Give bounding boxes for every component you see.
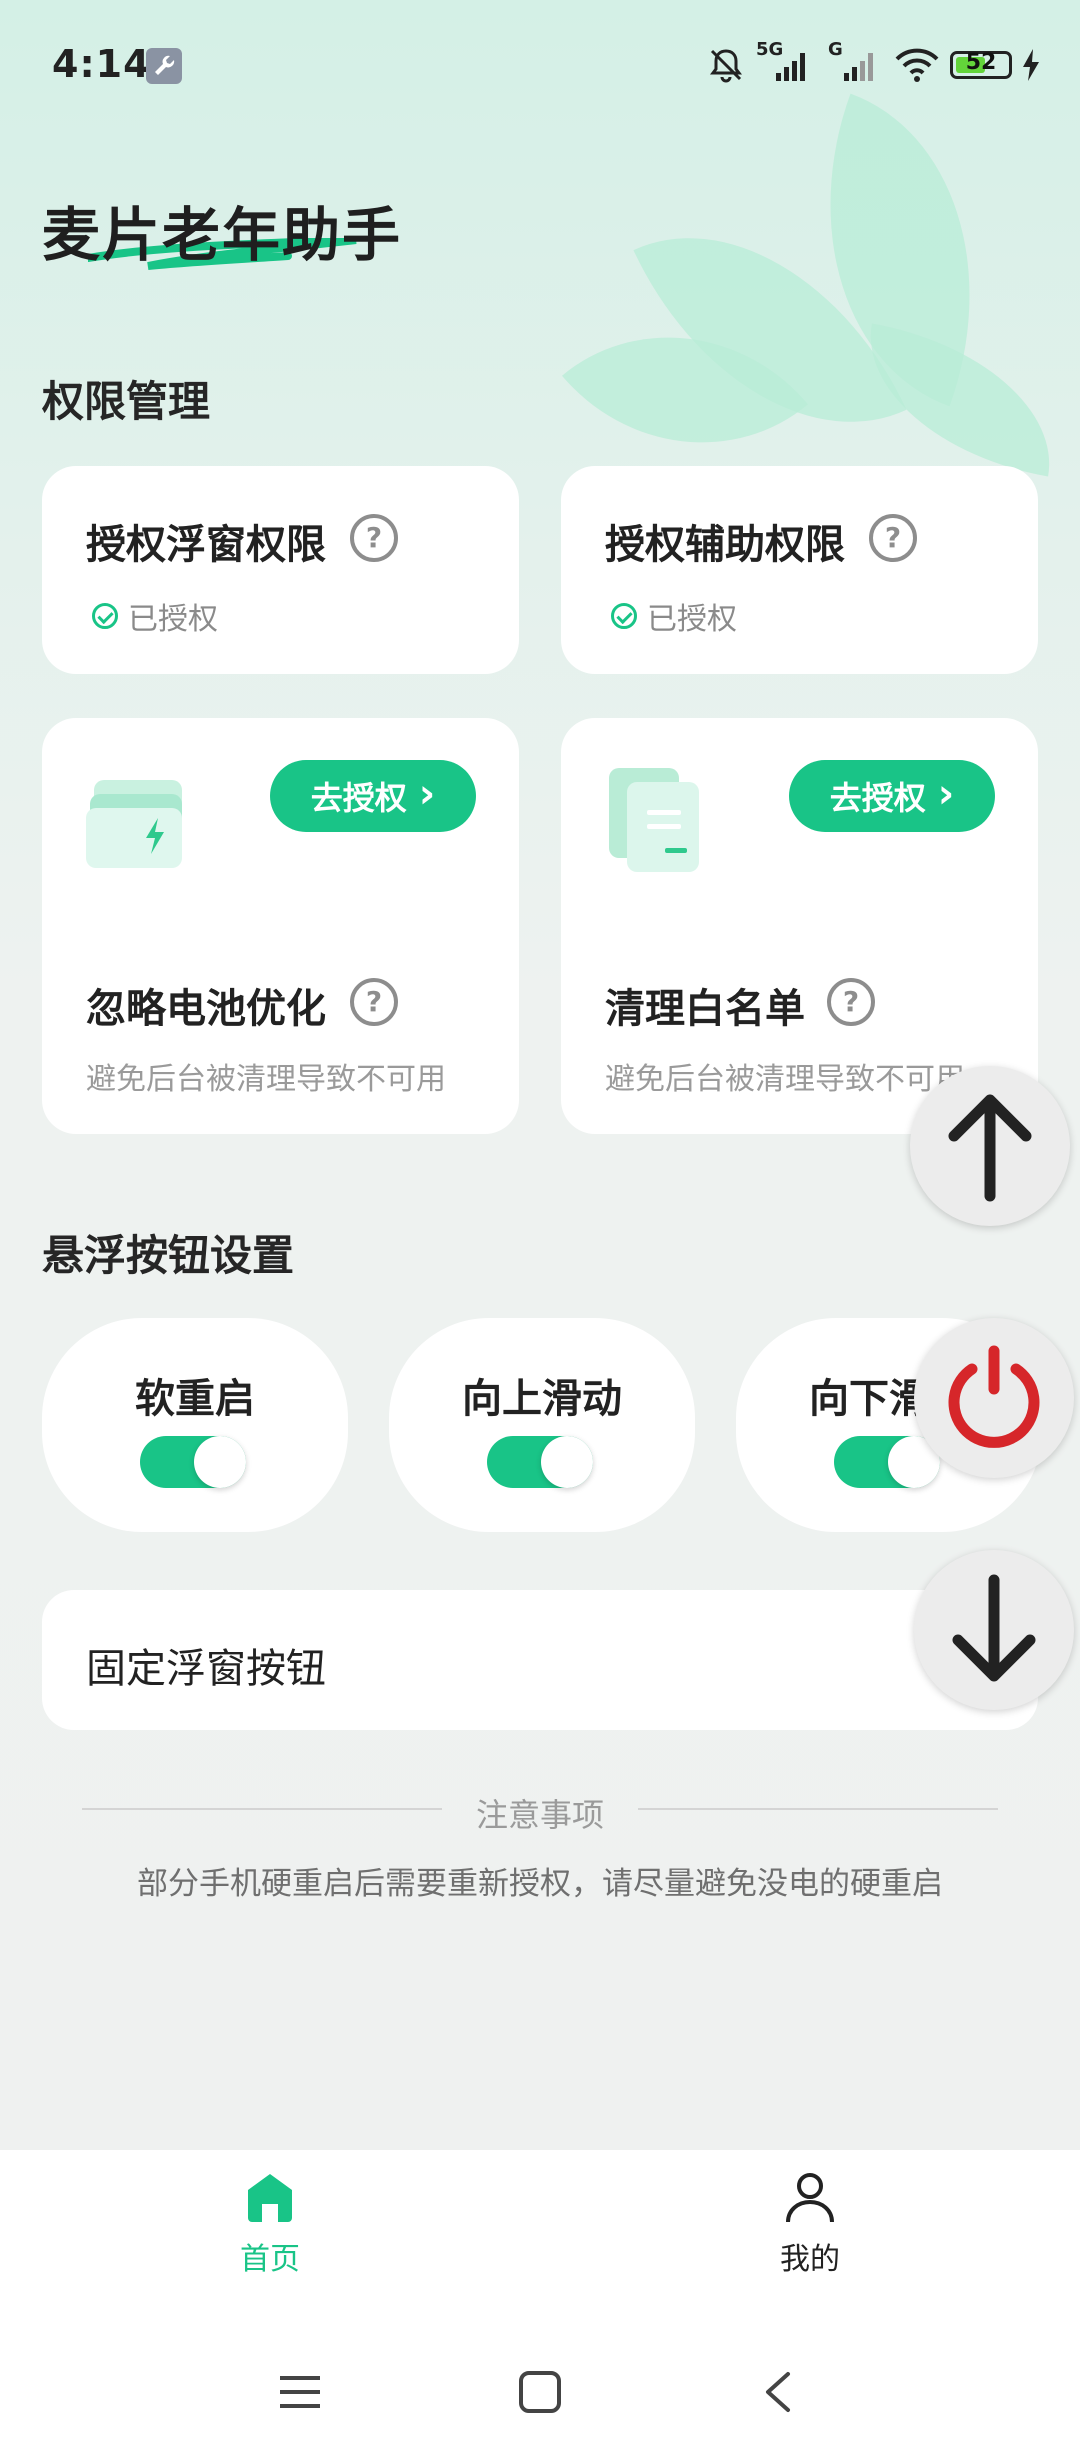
soft-restart-toggle[interactable]: [140, 1436, 246, 1488]
signal-5g-icon: 5G: [756, 39, 818, 85]
wrench-icon: [146, 48, 182, 84]
swipe-up-label: 向上滑动: [462, 1376, 622, 1422]
network-5g-label: 5G: [756, 39, 784, 60]
float-swipe-up-button[interactable]: [910, 1066, 1070, 1226]
mute-bell-icon: [710, 49, 742, 83]
battery-level: 52: [965, 50, 997, 75]
home-icon: [248, 2174, 292, 2222]
status-time: 4:14: [52, 42, 151, 86]
arrow-down-icon: [952, 1574, 1036, 1682]
app-title: 麦片老年助手: [42, 201, 403, 269]
battery-cards-icon: [86, 780, 182, 868]
battery-optimization-title: 忽略电池优化: [86, 986, 326, 1032]
float-swipe-down-button[interactable]: [914, 1550, 1074, 1710]
network-g-label: G: [828, 39, 843, 60]
nav-mine[interactable]: 我的: [710, 2168, 910, 2278]
fixed-float-button-label: 固定浮窗按钮: [86, 1646, 326, 1692]
swipe-up-setting: 向上滑动: [389, 1318, 695, 1532]
help-icon[interactable]: ?: [350, 978, 398, 1026]
battery-icon: 52: [950, 50, 1012, 79]
power-icon: [948, 1345, 1040, 1448]
soft-restart-setting: 软重启: [42, 1318, 348, 1532]
battery-authorize-button[interactable]: 去授权 ›: [270, 760, 476, 832]
clipboard-icon: [609, 768, 699, 872]
person-icon: [786, 2173, 834, 2223]
signal-g-icon: G: [828, 39, 884, 85]
nav-mine-label: 我的: [780, 2242, 840, 2277]
whitelist-authorize-button[interactable]: 去授权 ›: [789, 760, 995, 832]
status-granted-label: 已授权: [128, 602, 218, 637]
home-square-icon[interactable]: [518, 2370, 562, 2414]
accessibility-permission-card[interactable]: 授权辅助权限 ? 已授权: [561, 466, 1038, 674]
soft-restart-label: 软重启: [135, 1376, 255, 1422]
whitelist-desc: 避免后台被清理导致不可用: [605, 1062, 965, 1097]
arrow-up-icon: [948, 1094, 1032, 1202]
floating-permission-title: 授权浮窗权限: [86, 522, 326, 568]
battery-authorize-label: 去授权: [310, 779, 407, 817]
wifi-icon: [895, 48, 939, 82]
whitelist-authorize-label: 去授权: [829, 779, 926, 817]
battery-optimization-desc: 避免后台被清理导致不可用: [86, 1062, 446, 1097]
accessibility-permission-status: 已授权: [611, 594, 737, 638]
menu-icon[interactable]: [278, 2372, 322, 2412]
nav-home[interactable]: 首页: [170, 2168, 370, 2278]
notice-title: 注意事项: [475, 1796, 604, 1834]
charging-icon: [1023, 49, 1039, 81]
chevron-right-icon: ›: [418, 771, 436, 817]
swipe-up-toggle[interactable]: [487, 1436, 593, 1488]
floating-permission-card[interactable]: 授权浮窗权限 ? 已授权: [42, 466, 519, 674]
swipe-down-toggle[interactable]: [834, 1436, 940, 1488]
status-granted-label: 已授权: [647, 602, 737, 637]
whitelist-title: 清理白名单: [605, 986, 805, 1032]
notice-text: 部分手机硬重启后需要重新授权，请尽量避免没电的硬重启: [137, 1866, 943, 1902]
accessibility-permission-title: 授权辅助权限: [605, 522, 845, 568]
floating-permission-status: 已授权: [92, 594, 218, 638]
check-circle-icon: [611, 603, 637, 629]
bottom-navigation: 首页 我的: [0, 2150, 1080, 2460]
permissions-section-title: 权限管理: [42, 377, 211, 426]
float-settings-section-title: 悬浮按钮设置: [42, 1231, 295, 1280]
chevron-right-icon: ›: [937, 771, 955, 817]
check-circle-icon: [92, 603, 118, 629]
battery-optimization-card[interactable]: 去授权 › 忽略电池优化 ? 避免后台被清理导致不可用: [42, 718, 519, 1134]
float-soft-restart-button[interactable]: [914, 1318, 1074, 1478]
nav-home-label: 首页: [240, 2242, 300, 2277]
fixed-float-button-row[interactable]: 固定浮窗按钮: [42, 1590, 1038, 1730]
help-icon[interactable]: ?: [827, 978, 875, 1026]
help-icon[interactable]: ?: [869, 514, 917, 562]
help-icon[interactable]: ?: [350, 514, 398, 562]
status-icons: 5G G 52: [706, 39, 1040, 90]
back-icon[interactable]: [760, 2370, 796, 2414]
